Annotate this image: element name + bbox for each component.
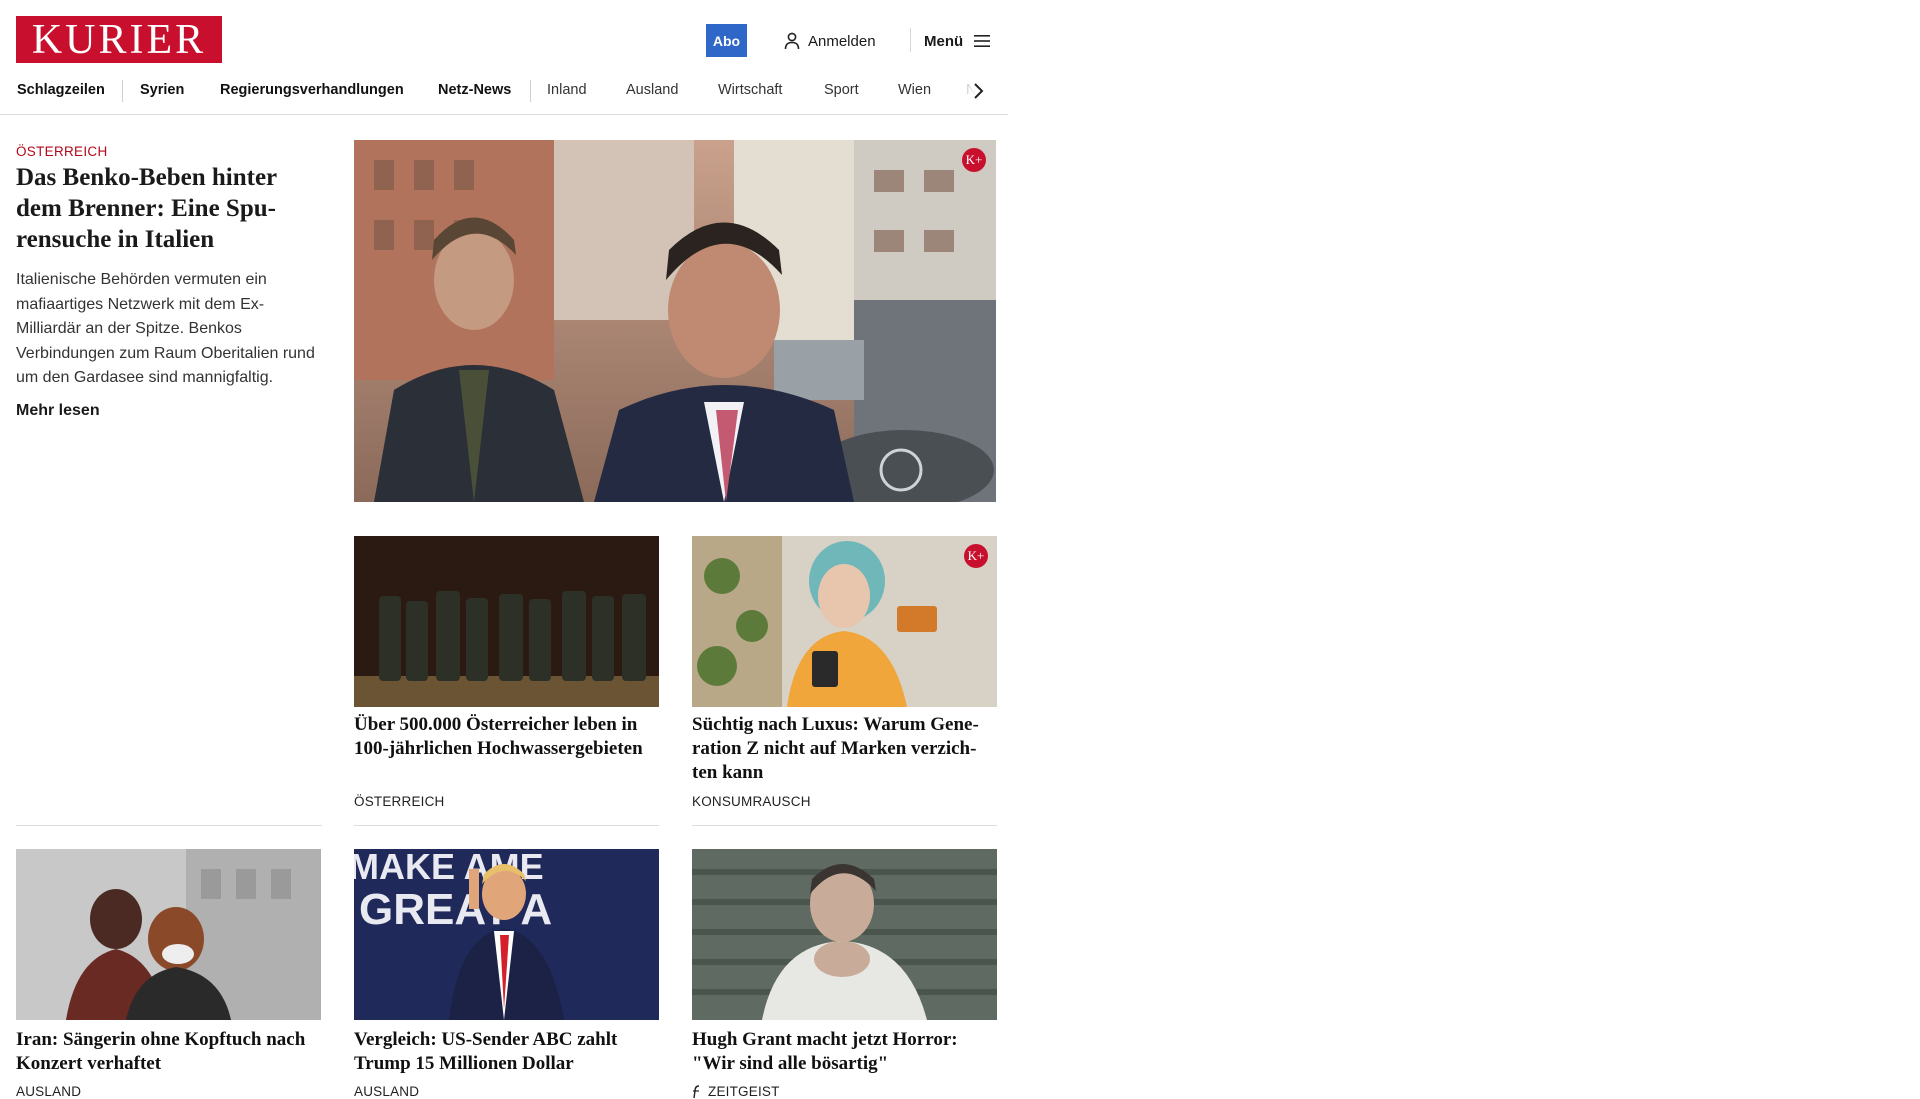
login-label: Anmelden xyxy=(808,32,876,50)
divider xyxy=(354,825,659,826)
divider xyxy=(692,825,997,826)
zeitgeist-icon xyxy=(693,1084,700,1098)
menu-label: Menü xyxy=(924,32,964,50)
nav-item-sport[interactable]: Sport xyxy=(824,82,859,98)
hamburger-icon xyxy=(974,35,991,47)
nav-item-inland[interactable]: Inland xyxy=(547,82,587,98)
card-image-trump[interactable]: MAKE AME GREAT A xyxy=(354,849,659,1020)
nav-item-wien[interactable]: Wien xyxy=(898,82,931,98)
nav-item-ausland[interactable]: Ausland xyxy=(626,82,678,98)
section-nav: Schlagzeilen Syrien Regierungsverhandlun… xyxy=(0,70,1008,115)
lead-teaser: Italienische Behörden vermuten ein mafia… xyxy=(16,271,315,386)
abo-button[interactable]: Abo xyxy=(706,24,747,57)
nav-separator xyxy=(122,80,123,102)
premium-badge: K+ xyxy=(964,544,988,568)
card-category-zeitgeist[interactable]: ZEITGEIST xyxy=(692,1084,780,1099)
lead-headline[interactable]: Das Benko-Beben hinter dem Brenner: Eine… xyxy=(16,162,316,255)
card-category-oesterreich[interactable]: ÖSTERREICH xyxy=(354,794,445,809)
header-divider xyxy=(910,28,911,52)
trump-photo: MAKE AME GREAT A xyxy=(354,849,659,1020)
lead-kicker[interactable]: ÖSTERREICH xyxy=(16,144,108,159)
nav-item-netz-news[interactable]: Netz-News xyxy=(438,82,511,98)
nav-item-wirtschaft[interactable]: Wirtschaft xyxy=(718,82,782,98)
card-image-luxus[interactable]: K+ xyxy=(692,536,997,707)
hugh-grant-photo xyxy=(692,849,997,1020)
user-icon xyxy=(784,32,800,50)
chevron-right-icon[interactable] xyxy=(972,82,984,100)
iran-photo xyxy=(16,849,321,1020)
page: KURIER Abo Anmelden Menü Schlagzeilen Sy… xyxy=(0,0,1920,1099)
card-title-luxus[interactable]: Süchtig nach Luxus: Warum Gene-ration Z … xyxy=(692,713,997,785)
card-category-konsumrausch[interactable]: KONSUMRAUSCH xyxy=(692,794,811,809)
nav-item-syrien[interactable]: Syrien xyxy=(140,82,184,98)
boots-photo xyxy=(354,536,659,707)
lead-photo xyxy=(354,140,996,502)
login-button[interactable]: Anmelden xyxy=(784,28,876,54)
shopping-photo xyxy=(692,536,997,707)
nav-separator xyxy=(530,80,531,102)
lead-image[interactable]: K+ xyxy=(354,140,996,502)
card-title-iran[interactable]: Iran: Sängerin ohne Kopftuch nach Konzer… xyxy=(16,1028,321,1076)
card-title-hochwasser[interactable]: Über 500.000 Österreicher leben in 100-j… xyxy=(354,713,659,761)
card-image-hochwasser[interactable] xyxy=(354,536,659,707)
card-category-label: ZEITGEIST xyxy=(708,1084,780,1099)
read-more-link[interactable]: Mehr lesen xyxy=(16,402,100,420)
card-image-hugh-grant[interactable] xyxy=(692,849,997,1020)
nav-item-regierungsverhandlungen[interactable]: Regierungsverhandlungen xyxy=(220,82,404,98)
card-category-ausland[interactable]: AUSLAND xyxy=(16,1084,81,1099)
card-image-iran[interactable] xyxy=(16,849,321,1020)
nav-fade xyxy=(940,70,1000,114)
menu-button[interactable]: Menü xyxy=(924,28,991,54)
nav-item-schlagzeilen[interactable]: Schlagzeilen xyxy=(17,82,105,98)
divider xyxy=(16,825,322,826)
premium-badge: K+ xyxy=(962,148,986,172)
card-title-hugh-grant[interactable]: Hugh Grant macht jetzt Horror: "Wir sind… xyxy=(692,1028,997,1076)
card-category-ausland[interactable]: AUSLAND xyxy=(354,1084,419,1099)
kurier-logo[interactable]: KURIER xyxy=(16,16,222,63)
card-title-trump[interactable]: Vergleich: US-Sender ABC zahlt Trump 15 … xyxy=(354,1028,659,1076)
